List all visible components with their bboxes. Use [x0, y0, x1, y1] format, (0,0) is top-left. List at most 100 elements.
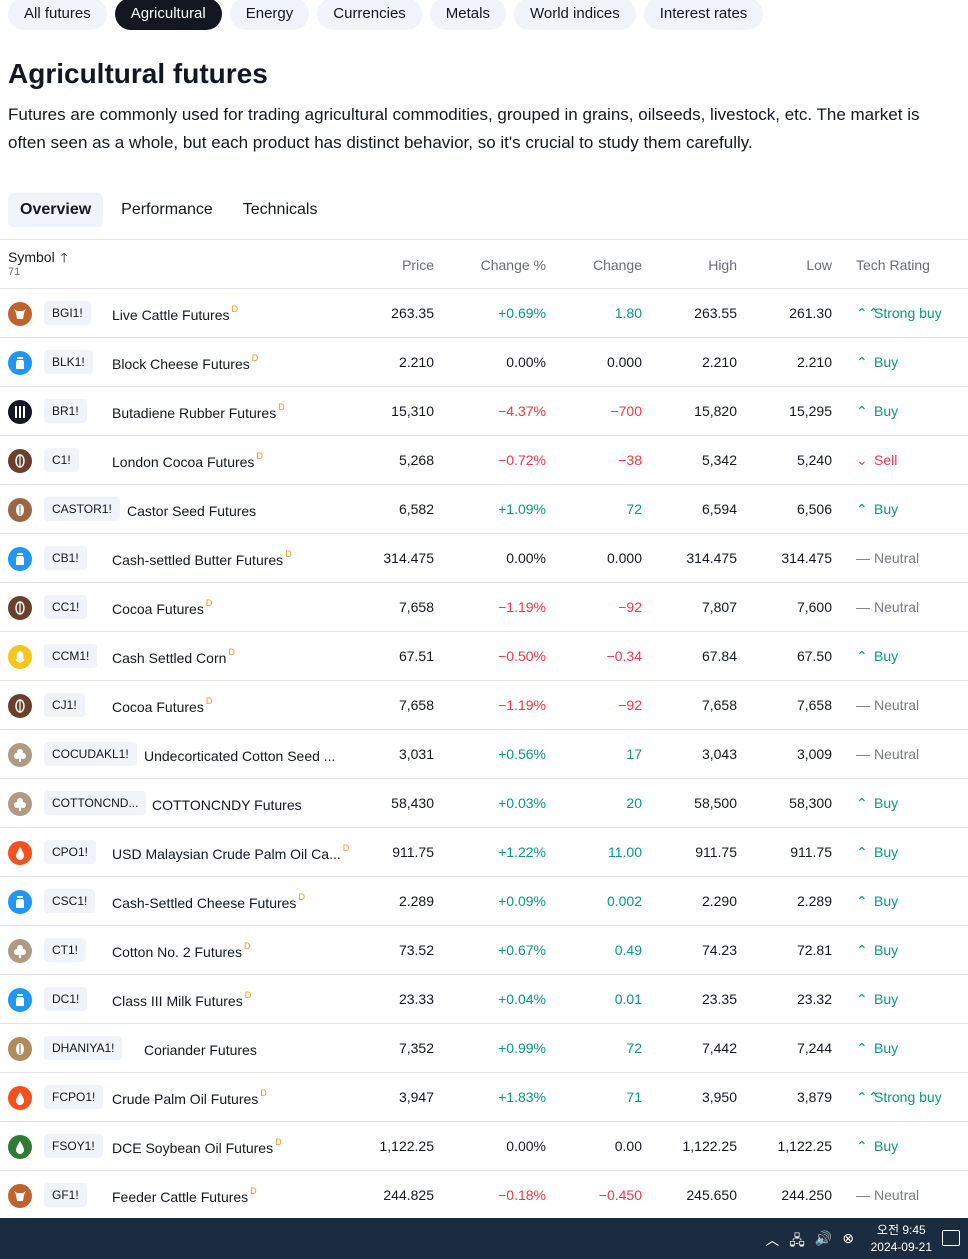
column-header-tech-rating[interactable]: Tech Rating [856, 257, 930, 273]
tab-technicals[interactable]: Technicals [231, 193, 330, 227]
ticker-badge[interactable]: CC1! [44, 595, 88, 619]
instrument-name[interactable]: Feeder Cattle Futures D [112, 1186, 257, 1205]
low-cell: 72.81 [796, 942, 832, 958]
instrument-name[interactable]: Butadiene Rubber Futures D [112, 402, 285, 421]
rating-label: Buy [874, 942, 899, 958]
rating-arrow-icon: ⌄ [856, 452, 868, 468]
category-tab-currencies[interactable]: Currencies [317, 0, 422, 30]
change-cell: 72 [626, 1040, 642, 1056]
ticker-badge[interactable]: CSC1! [44, 889, 96, 913]
instrument-name[interactable]: Cotton No. 2 Futures D [112, 941, 250, 960]
ticker-badge[interactable]: BLK1! [44, 350, 93, 374]
table-row[interactable]: CCM1! Cash Settled Corn D 67.51 −0.50% −0.34 6… [0, 631, 968, 680]
ticker-badge[interactable]: CT1! [44, 938, 87, 962]
table-row[interactable]: COCUDAKL1! Undecorticated Cotton Seed ...… [0, 729, 968, 778]
ticker-badge[interactable]: BR1! [44, 399, 87, 423]
delayed-badge: D [298, 892, 305, 902]
table-row[interactable]: BLK1! Block Cheese Futures D 2.210 0.00% 0.00… [0, 337, 968, 386]
column-header-change[interactable]: Change [593, 257, 642, 273]
change-cell: −0.450 [598, 1187, 642, 1203]
table-row[interactable]: BGI1! Live Cattle Futures D 263.35 +0.69% 1.8… [0, 288, 968, 337]
instrument-name[interactable]: Cash-Settled Cheese Futures D [112, 892, 305, 911]
ticker-badge[interactable]: CCM1! [44, 644, 98, 668]
category-tab-world-indices[interactable]: World indices [513, 0, 636, 30]
ticker-badge[interactable]: BGI1! [44, 301, 91, 325]
close-circle-icon[interactable]: ⊗ [842, 1230, 854, 1254]
instrument-name[interactable]: Live Cattle Futures D [112, 304, 238, 323]
table-row[interactable]: C1! London Cocoa Futures D 5,268 −0.72% −38 5,… [0, 435, 968, 484]
table-row[interactable]: CB1! Cash-settled Butter Futures D 314.475 0… [0, 533, 968, 582]
ticker-badge[interactable]: GF1! [44, 1183, 87, 1207]
change-percent-cell: −1.19% [498, 599, 546, 615]
table-row[interactable]: DHANIYA1! Coriander Futures 7,352 +0.99% 72 7… [0, 1023, 968, 1072]
category-tab-all-futures[interactable]: All futures [8, 0, 107, 30]
clock-date: 2024-09-21 [870, 1240, 932, 1254]
table-row[interactable]: CPO1! USD Malaysian Crude Palm Oil Ca... D… [0, 827, 968, 876]
tech-rating-cell: ⌃ Buy [856, 648, 898, 665]
speaker-icon[interactable]: 🔊 [815, 1230, 832, 1254]
category-tab-metals[interactable]: Metals [429, 0, 506, 30]
low-cell: 5,240 [796, 452, 832, 468]
table-row[interactable]: FCPO1! Crude Palm Oil Futures D 3,947 +1.83%… [0, 1072, 968, 1121]
instrument-name[interactable]: Coriander Futures [144, 1039, 259, 1058]
ticker-badge[interactable]: CASTOR1! [44, 497, 120, 521]
instrument-name[interactable]: Cash-settled Butter Futures D [112, 549, 292, 568]
rating-label: Sell [874, 452, 898, 468]
ticker-badge[interactable]: COCUDAKL1! [44, 742, 137, 766]
clock[interactable]: 오전 9:45 2024-09-21 [871, 1222, 932, 1256]
table-row[interactable]: CSC1! Cash-Settled Cheese Futures D 2.289 +0… [0, 876, 968, 925]
ticker-badge[interactable]: C1! [44, 448, 79, 472]
instrument-name[interactable]: USD Malaysian Crude Palm Oil Ca... D [112, 843, 349, 862]
instrument-name-text: Cash Settled Corn [112, 650, 227, 666]
network-icon[interactable]: 🖧 [789, 1230, 805, 1254]
table-row[interactable]: CC1! Cocoa Futures D 7,658 −1.19% −92 7,807 7,6… [0, 582, 968, 631]
tab-overview[interactable]: Overview [8, 193, 104, 227]
rating-arrow-icon: ⌃ [856, 893, 868, 909]
column-header-change-percent[interactable]: Change % [481, 257, 546, 273]
instrument-name[interactable]: Undecorticated Cotton Seed ... [144, 745, 337, 764]
column-header-price[interactable]: Price [402, 257, 434, 273]
table-row[interactable]: CASTOR1! Castor Seed Futures 6,582 +1.09% 72… [0, 484, 968, 533]
tab-performance[interactable]: Performance [109, 193, 225, 227]
ticker-badge[interactable]: CJ1! [44, 693, 85, 717]
column-header-low[interactable]: Low [806, 257, 832, 273]
instrument-name[interactable]: Block Cheese Futures D [112, 353, 258, 372]
ticker-badge[interactable]: FCPO1! [44, 1085, 104, 1109]
table-row[interactable]: DC1! Class III Milk Futures D 23.33 +0.04% 0.… [0, 974, 968, 1023]
seed-icon [8, 498, 32, 522]
ticker-badge[interactable]: CPO1! [44, 840, 97, 864]
price-cell: 2.210 [398, 354, 434, 370]
rating-arrow-icon: — [856, 599, 870, 615]
instrument-name[interactable]: DCE Soybean Oil Futures D [112, 1137, 282, 1156]
notification-icon[interactable] [942, 1230, 960, 1246]
rating-label: Neutral [874, 746, 920, 762]
instrument-name[interactable]: Cocoa Futures D [112, 598, 212, 617]
table-row[interactable]: COTTONCND... COTTONCNDY Futures 58,430 +0.0… [0, 778, 968, 827]
instrument-name[interactable]: Cocoa Futures D [112, 696, 212, 715]
ticker-badge[interactable]: CB1! [44, 546, 87, 570]
table-row[interactable]: FSOY1! DCE Soybean Oil Futures D 1,122.25 0.… [0, 1121, 968, 1170]
ticker-badge[interactable]: FSOY1! [44, 1134, 103, 1158]
table-row[interactable]: CJ1! Cocoa Futures D 7,658 −1.19% −92 7,658 7,6… [0, 680, 968, 729]
ticker-badge[interactable]: DC1! [44, 987, 88, 1011]
cotton-icon [8, 743, 32, 767]
low-cell: 7,600 [796, 599, 832, 615]
category-tab-interest-rates[interactable]: Interest rates [643, 0, 764, 30]
table-row[interactable]: GF1! Feeder Cattle Futures D 244.825 −0.18% −… [0, 1170, 968, 1219]
table-row[interactable]: CT1! Cotton No. 2 Futures D 73.52 +0.67% 0.49… [0, 925, 968, 974]
instrument-name[interactable]: Cash Settled Corn D [112, 647, 235, 666]
instrument-name[interactable]: Crude Palm Oil Futures D [112, 1088, 267, 1107]
chevron-up-icon[interactable]: ︿ [765, 1230, 779, 1254]
ticker-badge[interactable]: DHANIYA1! [44, 1036, 123, 1060]
instrument-name[interactable]: London Cocoa Futures D [112, 451, 263, 470]
instrument-name[interactable]: COTTONCNDY Futures [152, 794, 304, 813]
category-tab-agricultural[interactable]: Agricultural [114, 0, 222, 30]
category-tab-energy[interactable]: Energy [229, 0, 310, 30]
instrument-name[interactable]: Castor Seed Futures [127, 500, 258, 519]
column-header-high[interactable]: High [708, 257, 737, 273]
rubber-icon [8, 400, 32, 424]
ticker-badge[interactable]: COTTONCND... [44, 791, 147, 815]
low-cell: 314.475 [781, 550, 832, 566]
instrument-name[interactable]: Class III Milk Futures D [112, 990, 251, 1009]
table-row[interactable]: BR1! Butadiene Rubber Futures D 15,310 −4.37… [0, 386, 968, 435]
